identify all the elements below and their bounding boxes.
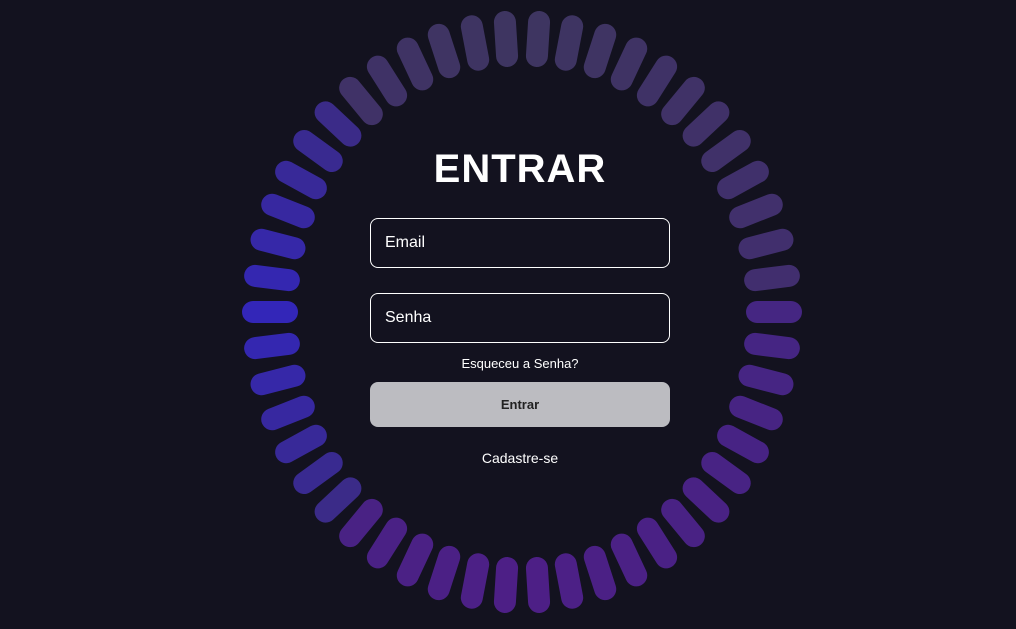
ring-segment	[525, 556, 551, 615]
ring-segment	[242, 331, 302, 361]
ring-segment	[493, 556, 519, 615]
ring-segment	[742, 331, 802, 361]
ring-segment	[458, 551, 491, 611]
ring-segment	[742, 263, 802, 293]
ring-segment	[248, 226, 308, 262]
ring-segment	[746, 301, 802, 323]
signup-link[interactable]: Cadastre-se	[370, 449, 670, 467]
ring-segment	[525, 9, 551, 68]
ring-segment	[553, 551, 586, 611]
forgot-password-link[interactable]: Esqueceu a Senha?	[370, 356, 670, 372]
email-field[interactable]	[370, 218, 670, 268]
ring-segment	[736, 226, 796, 262]
ring-segment	[553, 13, 586, 73]
ring-segment	[242, 301, 298, 323]
login-form: ENTRAR Esqueceu a Senha? Entrar Cadastre…	[370, 140, 670, 467]
password-field[interactable]	[370, 293, 670, 343]
login-button[interactable]: Entrar	[370, 382, 670, 427]
login-page: ENTRAR Esqueceu a Senha? Entrar Cadastre…	[0, 0, 1016, 629]
ring-segment	[248, 362, 308, 398]
page-title: ENTRAR	[433, 147, 607, 191]
ring-segment	[458, 13, 491, 73]
ring-segment	[493, 9, 519, 68]
ring-segment	[242, 263, 302, 293]
ring-segment	[736, 362, 796, 398]
